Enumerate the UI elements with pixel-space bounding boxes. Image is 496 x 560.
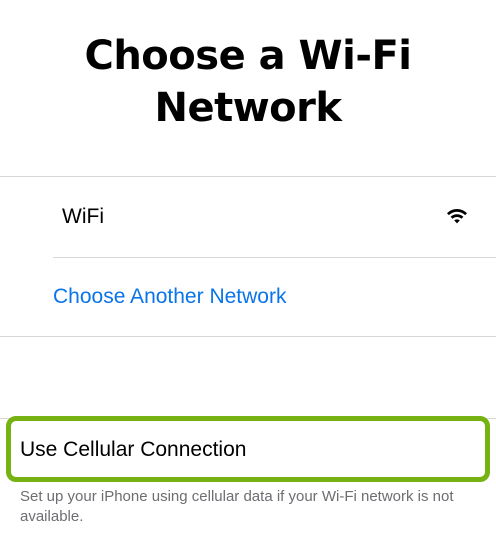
network-name: WiFi [62,205,104,228]
choose-another-network-row[interactable]: Choose Another Network [0,257,496,336]
network-list: WiFi Choose Another Network [0,176,496,337]
choose-another-network-link[interactable]: Choose Another Network [53,257,286,336]
network-row-wifi[interactable]: WiFi [0,177,496,257]
wifi-icon [447,209,467,224]
page-title: Choose a Wi-Fi Network [84,33,412,131]
use-cellular-connection-label: Use Cellular Connection [20,438,247,461]
cellular-footer-note: Set up your iPhone using cellular data i… [20,488,454,525]
